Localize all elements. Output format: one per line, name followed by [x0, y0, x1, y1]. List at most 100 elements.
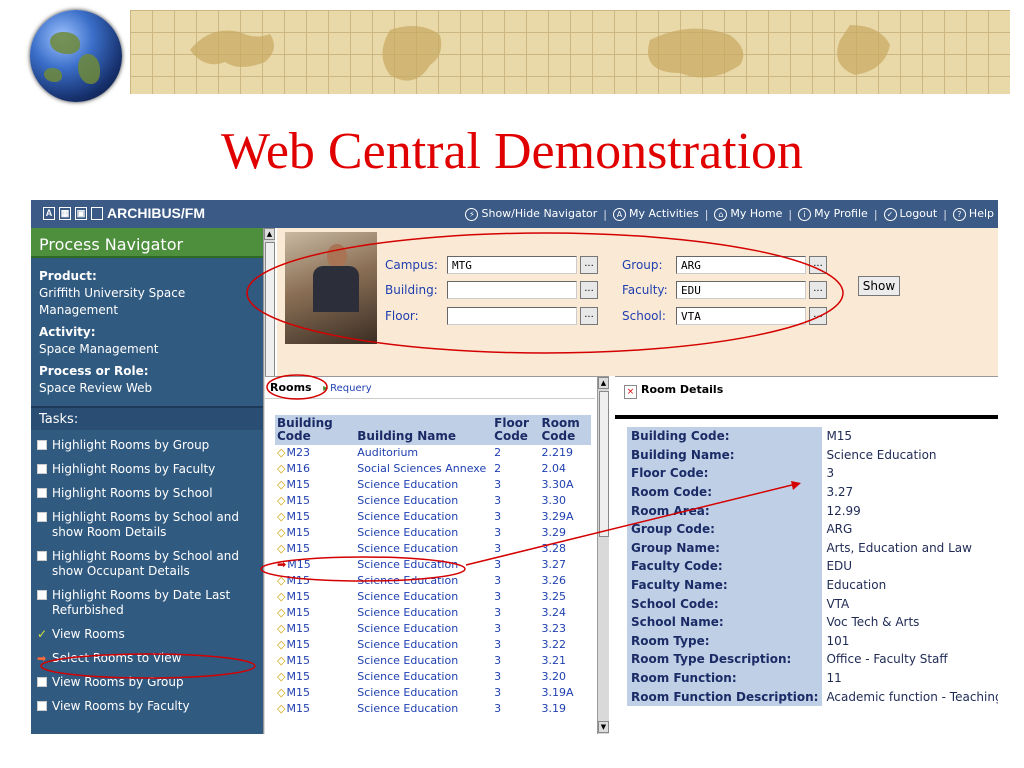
group-field[interactable]: ARG [676, 256, 806, 274]
table-cell[interactable]: ◇M15 [275, 477, 355, 493]
table-cell[interactable]: Science Education [355, 573, 492, 589]
scroll-up-icon[interactable]: ▲ [264, 228, 275, 240]
my-activities-link[interactable]: A My Activities [613, 207, 699, 221]
task-item[interactable]: View Rooms by Group [37, 675, 263, 690]
school-field[interactable]: VTA [676, 307, 806, 325]
faculty-field[interactable]: EDU [676, 281, 806, 299]
table-cell[interactable]: 3.29 [540, 525, 592, 541]
table-cell[interactable]: 2.219 [540, 445, 592, 461]
table-row[interactable]: ◇M15 Science Education 3 3.20 [275, 669, 591, 685]
table-cell[interactable]: Science Education [355, 493, 492, 509]
table-cell[interactable]: 3.19 [540, 701, 592, 717]
task-item[interactable]: Highlight Rooms by School and show Occup… [37, 549, 263, 579]
table-cell[interactable]: 3 [492, 621, 539, 637]
table-cell[interactable]: 3.22 [540, 637, 592, 653]
table-row[interactable]: ◇M15 Science Education 3 3.23 [275, 621, 591, 637]
table-cell[interactable]: ➡M15 [275, 557, 355, 573]
task-item-selected[interactable]: ➡ Select Rooms to View [37, 651, 263, 666]
table-row[interactable]: ◇M15 Science Education 3 3.30A [275, 477, 591, 493]
table-cell[interactable]: 3.19A [540, 685, 592, 701]
scroll-thumb[interactable] [599, 391, 609, 537]
table-row[interactable]: ◇M15 Science Education 3 3.29 [275, 525, 591, 541]
table-cell[interactable]: Science Education [355, 605, 492, 621]
table-cell[interactable]: ◇M15 [275, 701, 355, 717]
table-cell[interactable]: ◇M15 [275, 637, 355, 653]
help-link[interactable]: ? Help [952, 207, 994, 221]
building-field[interactable] [447, 281, 577, 299]
table-cell[interactable]: 3 [492, 525, 539, 541]
table-row[interactable]: ◇M15 Science Education 3 3.19A [275, 685, 591, 701]
task-item[interactable]: Highlight Rooms by School and show Room … [37, 510, 263, 540]
table-row[interactable]: ◇M15 Science Education 3 3.22 [275, 637, 591, 653]
task-item[interactable]: Highlight Rooms by Date Last Refurbished [37, 588, 263, 618]
column-header[interactable]: Building Name [355, 415, 493, 445]
table-row[interactable]: ◇M15 Science Education 3 3.21 [275, 653, 591, 669]
floor-browse-button[interactable]: ... [580, 307, 598, 325]
table-cell[interactable]: 3 [492, 573, 539, 589]
my-home-link[interactable]: ⌂ My Home [714, 207, 782, 221]
table-cell[interactable]: 3 [492, 589, 539, 605]
table-cell[interactable]: Science Education [355, 637, 492, 653]
table-cell[interactable]: ◇M15 [275, 685, 355, 701]
table-cell[interactable]: 2 [492, 461, 539, 477]
table-cell[interactable]: 2.04 [540, 461, 592, 477]
table-cell[interactable]: 3.26 [540, 573, 592, 589]
table-row[interactable]: ◇M15 Science Education 3 3.29A [275, 509, 591, 525]
table-cell[interactable]: 3.25 [540, 589, 592, 605]
table-cell[interactable]: ◇M15 [275, 589, 355, 605]
group-browse-button[interactable]: ... [809, 256, 827, 274]
table-cell[interactable]: Auditorium [355, 445, 492, 461]
table-cell[interactable]: 3 [492, 637, 539, 653]
table-cell[interactable]: 3.20 [540, 669, 592, 685]
table-cell[interactable]: 3.27 [540, 557, 592, 573]
table-cell[interactable]: Science Education [355, 621, 492, 637]
table-cell[interactable]: ◇M15 [275, 509, 355, 525]
table-cell[interactable]: 3 [492, 605, 539, 621]
table-cell[interactable]: ◇M15 [275, 573, 355, 589]
table-cell[interactable]: 3 [492, 669, 539, 685]
school-browse-button[interactable]: ... [809, 307, 827, 325]
table-cell[interactable]: Science Education [355, 525, 492, 541]
table-cell[interactable]: 3 [492, 685, 539, 701]
campus-browse-button[interactable]: ... [580, 256, 598, 274]
faculty-browse-button[interactable]: ... [809, 281, 827, 299]
table-cell[interactable]: Science Education [355, 669, 492, 685]
scroll-down-icon[interactable]: ▼ [598, 721, 609, 733]
table-cell[interactable]: 2 [492, 445, 539, 461]
table-cell[interactable]: 3.30A [540, 477, 592, 493]
table-cell[interactable]: ◇M15 [275, 621, 355, 637]
table-cell[interactable]: 3.23 [540, 621, 592, 637]
table-row[interactable]: ◇M15 Science Education 3 3.25 [275, 589, 591, 605]
table-cell[interactable]: Science Education [355, 701, 492, 717]
task-item[interactable]: ✓ View Rooms [37, 627, 263, 642]
table-cell[interactable]: ◇M15 [275, 653, 355, 669]
table-cell[interactable]: ◇M16 [275, 461, 355, 477]
table-cell[interactable]: Science Education [355, 589, 492, 605]
task-item[interactable]: Highlight Rooms by School [37, 486, 263, 501]
table-row[interactable]: ◇M15 Science Education 3 3.19 [275, 701, 591, 717]
task-item[interactable]: Highlight Rooms by Group [37, 438, 263, 453]
table-cell[interactable]: 3 [492, 509, 539, 525]
table-cell[interactable]: Social Sciences Annexe [355, 461, 492, 477]
table-row[interactable]: ◇M15 Science Education 3 3.28 [275, 541, 591, 557]
table-cell[interactable]: ◇M15 [275, 493, 355, 509]
table-cell[interactable]: Science Education [355, 541, 492, 557]
table-row[interactable]: ◇M15 Science Education 3 3.30 [275, 493, 591, 509]
table-row[interactable]: ◇M15 Science Education 3 3.26 [275, 573, 591, 589]
table-row[interactable]: ◇M16 Social Sciences Annexe 2 2.04 [275, 461, 591, 477]
table-cell[interactable]: ◇M15 [275, 525, 355, 541]
table-cell[interactable]: 3.24 [540, 605, 592, 621]
table-cell[interactable]: Science Education [355, 653, 492, 669]
table-cell[interactable]: Science Education [355, 509, 492, 525]
table-cell[interactable]: 3 [492, 557, 539, 573]
requery-link[interactable]: Requery [323, 383, 372, 394]
show-button[interactable]: Show [858, 276, 900, 296]
campus-field[interactable]: MTG [447, 256, 577, 274]
table-cell[interactable]: ◇M15 [275, 669, 355, 685]
scroll-up-icon[interactable]: ▲ [598, 377, 609, 389]
building-browse-button[interactable]: ... [580, 281, 598, 299]
table-cell[interactable]: Science Education [355, 685, 492, 701]
table-cell[interactable]: 3 [492, 701, 539, 717]
table-cell[interactable]: 3 [492, 493, 539, 509]
table-cell[interactable]: 3 [492, 541, 539, 557]
